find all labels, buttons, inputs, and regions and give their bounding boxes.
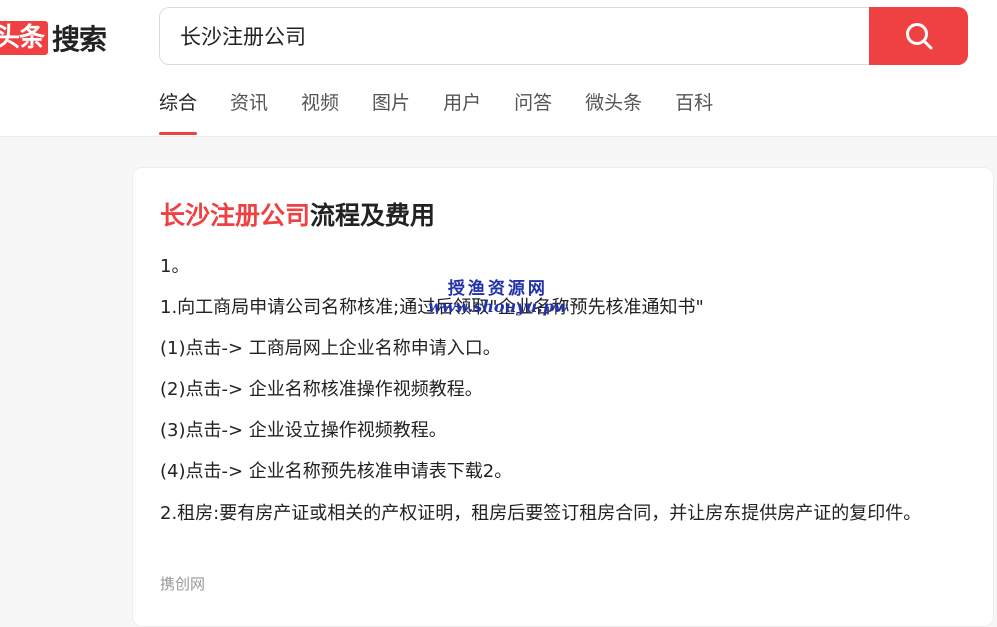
result-line: (3)点击-> 企业设立操作视频教程。 <box>160 420 447 441</box>
result-title-highlight: 长沙注册公司 <box>160 201 311 230</box>
tab-video[interactable]: 视频 <box>301 88 339 135</box>
result-title-rest: 流程及费用 <box>310 201 436 230</box>
result-source[interactable]: 携创网 <box>160 573 205 594</box>
result-card: 长沙注册公司流程及费用 1。 1.向工商局申请公司名称核准;通过后领取"企业名称… <box>132 167 994 627</box>
tab-images[interactable]: 图片 <box>372 88 410 135</box>
top-bar: 头条 搜索 综合 资讯 视频 图片 用户 问答 微头条 百科 <box>0 0 997 137</box>
search-input[interactable] <box>178 23 842 49</box>
result-line: 1.向工商局申请公司名称核准;通过后领取"企业名称预先核准通知书" <box>160 297 704 318</box>
logo-badge: 头条 <box>0 21 49 55</box>
result-line: 2.租房:要有房产证或相关的产权证明，租房后要签订租房合同，并让房东提供房产证的… <box>160 503 922 524</box>
result-body: 1。 1.向工商局申请公司名称核准;通过后领取"企业名称预先核准通知书" (1)… <box>160 253 950 542</box>
tab-all[interactable]: 综合 <box>159 88 198 135</box>
result-line: (2)点击-> 企业名称核准操作视频教程。 <box>160 379 483 400</box>
logo-text: 搜索 <box>52 23 107 56</box>
tab-baike[interactable]: 百科 <box>675 88 713 135</box>
result-line: (4)点击-> 企业名称预先核准申请表下载2。 <box>160 461 513 482</box>
result-line: 1。 <box>160 256 190 277</box>
tab-news[interactable]: 资讯 <box>230 88 268 135</box>
tab-users[interactable]: 用户 <box>443 88 481 135</box>
search-button[interactable] <box>869 7 968 65</box>
tab-qa[interactable]: 问答 <box>514 88 552 135</box>
result-line: (1)点击-> 工商局网上企业名称申请入口。 <box>160 338 501 359</box>
search-icon <box>905 23 932 50</box>
tab-micro-toutiao[interactable]: 微头条 <box>585 88 642 135</box>
search-tabs: 综合 资讯 视频 图片 用户 问答 微头条 百科 <box>159 88 746 135</box>
result-title[interactable]: 长沙注册公司流程及费用 <box>160 196 435 232</box>
search-box <box>159 7 869 65</box>
logo[interactable]: 头条 搜索 <box>0 20 107 56</box>
